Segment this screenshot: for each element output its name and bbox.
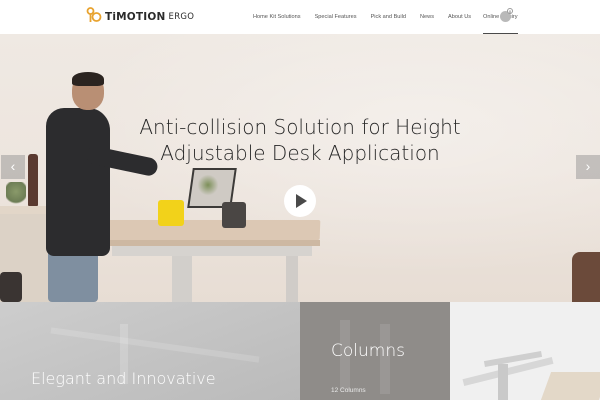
tile-columns-title: Columns <box>331 341 405 361</box>
brand-sub: ERGO <box>168 12 195 22</box>
logo-icon <box>86 6 102 29</box>
hero-photo-desk-leg-right <box>286 256 298 302</box>
hero-photo-mug <box>158 200 184 226</box>
hero-photo-sofa <box>572 252 600 302</box>
hero-photo-desk-plant <box>198 174 218 196</box>
nav-item-about-us[interactable]: About Us <box>448 0 471 34</box>
brand-logo[interactable]: TiMOTION ERGO <box>86 6 195 29</box>
hero-slider: Anti-collision Solution for Height Adjus… <box>0 34 600 302</box>
main-nav: Home Kit Solutions Special Features Pick… <box>253 0 518 34</box>
chevron-left-icon[interactable]: ‹ <box>1 155 25 179</box>
hero-title-line-2: Adjustable Desk Application <box>160 141 440 165</box>
hero-photo-desk-leg <box>172 256 192 302</box>
nav-item-special-features[interactable]: Special Features <box>315 0 357 34</box>
play-icon[interactable] <box>284 185 316 217</box>
chevron-right-icon[interactable]: › <box>576 155 600 179</box>
hero-photo-person-legs <box>48 248 98 302</box>
hero-photo-speaker <box>222 202 246 228</box>
hero-photo-person-hair <box>72 72 104 86</box>
hero-photo-chair <box>0 272 22 302</box>
tile-desk-frame[interactable] <box>450 302 600 400</box>
tile-elegant-innovative-title: Elegant and Innovative <box>31 369 216 388</box>
nav-item-pick-and-build[interactable]: Pick and Build <box>371 0 406 34</box>
nav-item-news[interactable]: News <box>420 0 434 34</box>
hero-title: Anti-collision Solution for Height Adjus… <box>80 114 520 166</box>
cart-count-badge: 0 <box>507 8 513 14</box>
hero-photo-desk-frame <box>112 246 312 256</box>
tile-columns-subtitle: 12 Columns <box>331 387 366 394</box>
nav-item-home-kit-solutions[interactable]: Home Kit Solutions <box>253 0 301 34</box>
site-header: TiMOTION ERGO Home Kit Solutions Special… <box>0 0 600 34</box>
hero-title-line-1: Anti-collision Solution for Height <box>139 115 461 139</box>
hero-photo-plant <box>6 182 26 206</box>
hero-photo-bottle <box>28 154 38 206</box>
brand-name: TiMOTION <box>105 11 166 23</box>
tile-photo-lift-column <box>498 364 508 400</box>
tile-photo-desktop <box>540 372 600 400</box>
